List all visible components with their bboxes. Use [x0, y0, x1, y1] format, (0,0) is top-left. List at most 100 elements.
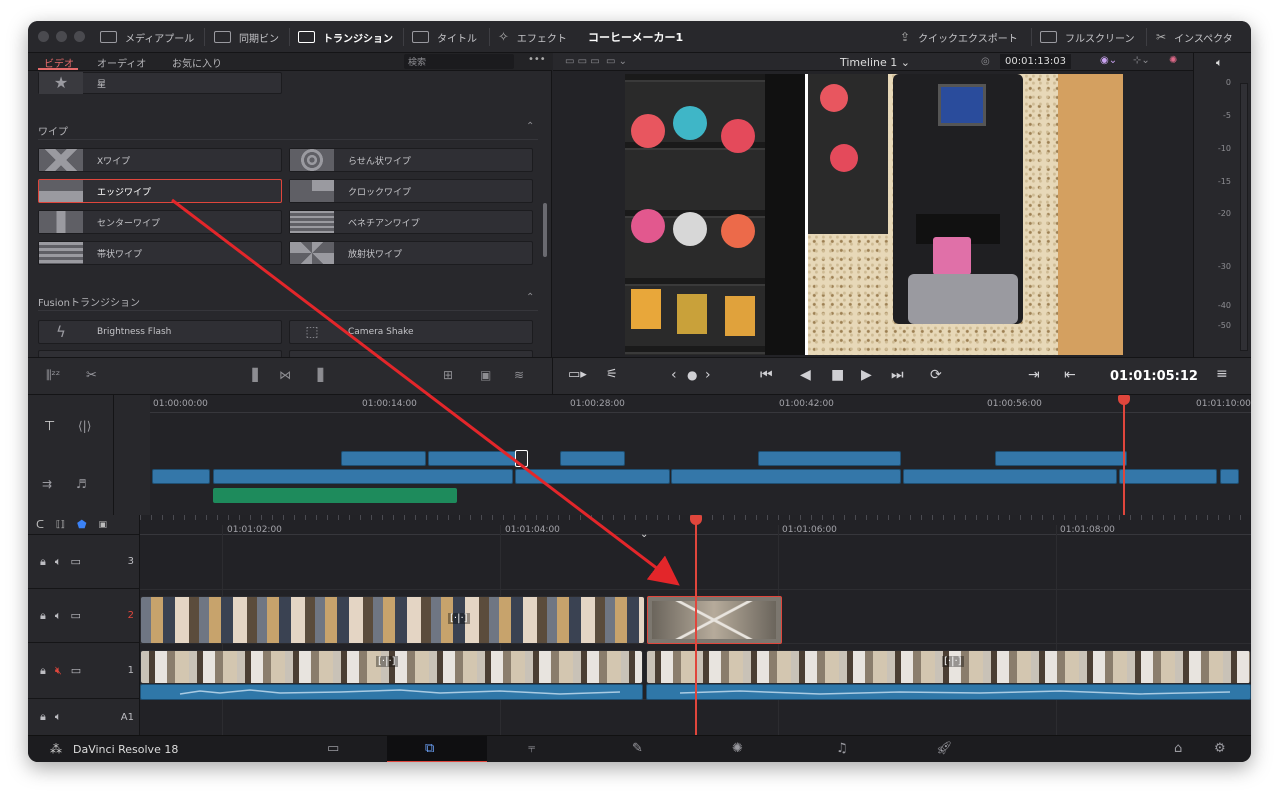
fusion-page-icon[interactable]: ✎ — [632, 741, 643, 756]
loop-icon[interactable]: ⟳ — [930, 367, 942, 383]
link-icon[interactable]: ⟦⟧ — [56, 520, 65, 530]
lock-icon[interactable]: 🔒︎ — [40, 555, 46, 569]
collapse-fusion-icon[interactable]: ⌃ — [526, 292, 534, 303]
effects-scrollbar[interactable] — [543, 203, 547, 257]
edit-page-icon[interactable]: ⧉ — [425, 741, 434, 756]
fusion-item-camera-shake[interactable]: ⬚ Camera Shake — [289, 320, 533, 344]
mini-clip[interactable] — [213, 469, 513, 484]
waveform-icon[interactable]: ≋ — [514, 368, 524, 382]
star-transition-item[interactable]: ★ 星 — [38, 72, 282, 94]
flag-icon[interactable]: ⬟ — [77, 518, 87, 531]
media-pool-button[interactable]: メディアプール — [100, 21, 194, 53]
menu-icon[interactable]: ≡ — [1216, 366, 1228, 382]
minimize-window-button[interactable] — [56, 31, 67, 42]
edit-page-tab[interactable] — [387, 736, 487, 762]
wipe-item-edge[interactable]: エッジワイプ — [38, 179, 282, 203]
transitions-button[interactable]: トランジション — [298, 21, 393, 53]
deliver-page-icon[interactable]: 🚀︎ — [936, 741, 953, 756]
tab-favorites[interactable]: お気に入り — [172, 55, 222, 70]
mini-clip[interactable] — [903, 469, 1117, 484]
speaker-icon[interactable]: 🔈︎ — [55, 609, 62, 623]
fullscreen-button[interactable]: フルスクリーン — [1040, 21, 1135, 53]
close-window-button[interactable] — [38, 31, 49, 42]
fairlight-page-icon[interactable]: ♫ — [836, 741, 848, 756]
mini-audio-clip[interactable] — [213, 488, 457, 503]
speaker-icon[interactable]: 🔈︎ — [55, 710, 62, 724]
mini-clip[interactable] — [428, 451, 528, 466]
wipe-item-band[interactable]: 帯状ワイプ — [38, 241, 282, 265]
quick-export-button[interactable]: ⇪ クイックエクスポート — [900, 21, 1018, 53]
fusion-item-brightness-flash[interactable]: ϟ Brightness Flash — [38, 320, 282, 344]
audio-edit-icon[interactable]: ♬ — [76, 477, 87, 491]
play-reverse-icon[interactable]: ◀ — [800, 367, 811, 383]
collapse-wipe-icon[interactable]: ⌃ — [526, 121, 534, 132]
mini-ruler[interactable] — [150, 395, 1251, 413]
home-icon[interactable]: ⌂ — [1174, 741, 1182, 756]
color-wheel-icon[interactable]: ✺ — [1169, 55, 1177, 66]
prev-clip-icon[interactable]: ‹ — [671, 367, 677, 383]
stop-icon[interactable]: ■ — [831, 367, 844, 383]
mini-clip[interactable] — [560, 451, 625, 466]
more-options-icon[interactable]: ••• — [528, 54, 546, 65]
viewer-layout-icon[interactable]: ▭ ▭ ▭ ▭ ⌄ — [565, 56, 627, 67]
razor-icon[interactable]: ✂ — [86, 368, 97, 383]
prev-edit-icon[interactable]: ⇥ — [1028, 367, 1040, 383]
mini-clip[interactable] — [671, 469, 901, 484]
wipe-item-spiral[interactable]: らせん状ワイプ — [289, 148, 533, 172]
lock-icon[interactable]: 🔒︎ — [40, 710, 46, 724]
track-size-icon[interactable]: ⟨|⟩ — [78, 419, 91, 433]
magnet-icon[interactable]: ᑕ — [36, 518, 44, 531]
next-clip-icon[interactable]: › — [705, 367, 711, 383]
clip-dot-icon[interactable]: ● — [687, 368, 697, 382]
chevron-down-icon[interactable]: ⌄ — [640, 529, 648, 540]
track-lock-icon[interactable]: ⊤ — [44, 419, 55, 434]
snooze-icon[interactable]: ⫼ᶻᶻ — [46, 368, 60, 383]
skip-forward-icon[interactable]: ⏭ — [891, 367, 904, 383]
wipe-item-radial[interactable]: 放射状ワイプ — [289, 241, 533, 265]
monitor-icon[interactable]: ▭ — [70, 609, 80, 622]
transform-icon[interactable]: ⊹⌄ — [1133, 55, 1150, 66]
main-playhead[interactable] — [695, 515, 697, 735]
wipe-item-venetian[interactable]: ベネチアンワイプ — [289, 210, 533, 234]
next-edit-icon[interactable]: ⇤ — [1064, 367, 1076, 383]
muted-speaker-icon[interactable]: 🔇︎ — [55, 664, 62, 678]
mini-clip[interactable] — [341, 451, 426, 466]
mini-clip[interactable] — [1220, 469, 1239, 484]
mini-clip[interactable] — [515, 469, 670, 484]
video-clip-v2[interactable] — [140, 596, 645, 644]
playhead-mode-icon[interactable]: ▭▸ — [568, 367, 587, 382]
edge-wipe-transition-clip[interactable] — [647, 596, 782, 644]
main-timeline[interactable]: 01:01:02:00 01:01:04:00 01:01:06:00 01:0… — [140, 515, 1251, 735]
mini-clip[interactable] — [1119, 469, 1217, 484]
settings-sliders-icon[interactable]: ⚟ — [606, 367, 618, 382]
titles-button[interactable]: タイトル — [412, 21, 477, 53]
append-icon[interactable]: ⇉ — [42, 477, 52, 491]
speaker-icon[interactable]: 🔈︎ — [1216, 56, 1223, 70]
monitor-icon[interactable]: ▭ — [71, 664, 81, 677]
skip-back-icon[interactable]: ⏮ — [760, 367, 773, 383]
search-input[interactable]: 検索 — [404, 54, 514, 69]
marker-icon[interactable]: ▣ — [99, 520, 108, 530]
inspector-button[interactable]: ✂ インスペクタ — [1156, 21, 1233, 53]
gear-icon[interactable]: ⚙ — [1214, 741, 1226, 756]
wipe-item-clock[interactable]: クロックワイプ — [289, 179, 533, 203]
play-icon[interactable]: ▶ — [861, 367, 872, 383]
insert-icon[interactable]: ⊞ — [443, 368, 453, 382]
timeline-selector[interactable]: Timeline 1 ⌄ — [840, 56, 910, 69]
effects-button[interactable]: ✧ エフェクト — [498, 21, 567, 53]
sync-bin-button[interactable]: 同期ビン — [214, 21, 279, 53]
media-page-icon[interactable]: ▭ — [327, 741, 339, 756]
trim-end-icon[interactable]: ▐▏ — [313, 368, 331, 382]
lock-icon[interactable]: 🔒︎ — [40, 609, 46, 623]
mini-clip[interactable] — [152, 469, 210, 484]
color-page-icon[interactable]: ✺ — [732, 741, 743, 756]
color-effect-icon[interactable]: ◉⌄ — [1100, 55, 1117, 66]
video-preview[interactable] — [625, 74, 1123, 355]
trim-start-icon[interactable]: ▕▌ — [244, 368, 262, 382]
zoom-window-button[interactable] — [74, 31, 85, 42]
wipe-item-center[interactable]: センターワイプ — [38, 210, 282, 234]
mini-transition-marker[interactable] — [515, 450, 528, 467]
wipe-item-x[interactable]: Xワイプ — [38, 148, 282, 172]
tab-audio[interactable]: オーディオ — [97, 55, 146, 70]
speaker-icon[interactable]: 🔈︎ — [55, 555, 62, 569]
